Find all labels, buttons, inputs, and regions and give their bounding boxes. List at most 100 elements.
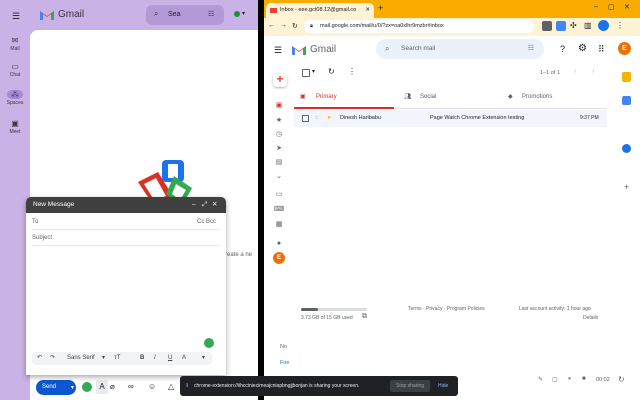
reload-icon[interactable]: ↻ [292,22,298,30]
profile-icon[interactable] [598,20,609,31]
search-bar[interactable]: ⌕ Search mail ☷ [376,39,544,59]
sidebar-icon[interactable]: ▥ [584,21,592,30]
row-checkbox[interactable] [302,115,309,122]
more-labels-icon[interactable]: ⌄ [264,172,294,180]
star-icon[interactable]: ☆ [314,110,319,127]
send-button[interactable]: Send [36,380,76,395]
hide-button[interactable]: Hide [438,376,448,396]
chevron-down-icon[interactable]: ▾ [312,68,315,75]
tab-close-icon[interactable]: ✕ [365,3,370,18]
tab-promotions[interactable]: ◆ Promotions [504,87,604,109]
refresh-icon[interactable]: ↻ [328,67,335,76]
tasks-icon[interactable] [622,96,631,105]
tab-primary[interactable]: ▣ Primary [294,87,394,109]
to-field[interactable]: To Cc Bcc [32,215,220,230]
rail-item-meet[interactable]: ▣ Meet [0,119,30,135]
italic-icon[interactable]: I [154,352,156,365]
rail-item-chat[interactable]: ▭ Chat [0,62,30,78]
more-icon[interactable]: ⋮ [348,67,356,76]
extension-icon[interactable] [556,21,566,31]
link-icon[interactable]: ∞ [128,382,134,391]
chevron-down-icon[interactable]: ▾ [242,10,245,17]
subject-field[interactable]: Subject [32,231,220,246]
menu-icon[interactable]: ☰ [12,11,20,22]
redo-icon[interactable]: ↷ [50,352,55,365]
search-options-icon[interactable]: ☷ [208,10,214,18]
table-row[interactable]: ☆ ➤ Dinesh Haribabu Page Watch Chrome Ex… [294,110,607,127]
drafts-icon[interactable]: ▤ [264,158,294,166]
next-page-icon[interactable]: › [592,68,594,75]
help-icon[interactable]: ? [560,44,565,54]
status-dot-icon[interactable] [234,11,240,17]
minimize-window-icon[interactable]: – [594,3,598,10]
pause-icon[interactable]: ⏸ [568,376,571,383]
cc-bcc-link[interactable]: Cc Bcc [197,215,216,230]
close-icon[interactable]: ✕ [212,197,217,213]
keep-icon[interactable] [622,72,631,82]
stop-sharing-button[interactable]: Stop sharing [390,380,431,392]
puzzle-icon[interactable]: ✣ [570,21,577,30]
search-input[interactable]: Sea [168,11,180,18]
drive-icon[interactable]: △ [168,382,174,391]
attach-icon[interactable]: ⌀ [110,382,115,391]
more-icon[interactable]: ⋮ [616,21,624,30]
gmail-logo-icon[interactable] [292,45,306,55]
meet-icon[interactable]: ▭ [264,190,294,198]
compose-header[interactable]: New Message – ⤢ ✕ [26,197,226,213]
keyboard-icon[interactable]: ⌨ [264,205,294,213]
expand-icon[interactable]: ⤢ [202,197,207,213]
add-addon-icon[interactable]: + [624,182,629,192]
draw-icon[interactable]: ✎ [538,376,543,383]
rail-item-spaces[interactable]: ⁂ Spaces [0,90,30,106]
drag-handle-icon[interactable]: ⦀ [186,376,188,396]
important-icon[interactable]: ➤ [327,110,332,127]
schedule-send-chevron-icon[interactable]: ▾ [71,384,74,391]
font-select[interactable]: Sans Serif [67,352,95,365]
chevron-down-icon[interactable]: ▾ [102,352,105,365]
format-text-icon[interactable]: A [96,380,108,394]
minimize-icon[interactable]: – [192,197,196,213]
text-color-icon[interactable]: A [182,352,186,365]
new-tab-icon[interactable]: + [378,3,383,13]
open-external-icon[interactable]: ⧉ [362,313,367,321]
chat-icon[interactable]: ▦ [264,220,294,228]
prev-page-icon[interactable]: ‹ [574,68,576,75]
search-input[interactable]: Search mail [401,45,435,52]
partial-link[interactable]: Fire [280,360,289,366]
details-link[interactable]: Details [583,315,598,321]
sent-icon[interactable]: ➤ [264,144,294,152]
chat-avatar[interactable]: E [273,252,285,264]
settings-gear-icon[interactable]: ⚙ [578,43,587,54]
rail-item-mail[interactable]: ✉ Mail [0,36,30,52]
extension-icon[interactable] [542,21,552,31]
extension-badge-icon[interactable] [204,338,214,348]
stop-icon[interactable]: ■ [582,376,586,382]
restart-icon[interactable]: ↻ [618,375,625,384]
avatar[interactable]: E [618,42,631,55]
close-window-icon[interactable]: ✕ [624,3,630,11]
starred-icon[interactable]: ★ [264,116,294,124]
snoozed-icon[interactable]: ◷ [264,130,294,138]
contacts-icon[interactable] [622,144,631,153]
hangouts-icon[interactable]: ● [264,240,294,247]
more-formatting-icon[interactable]: ▾ [202,352,205,365]
undo-icon[interactable]: ↶ [37,352,42,365]
underline-icon[interactable]: U [168,352,172,365]
menu-icon[interactable]: ☰ [274,45,282,56]
bold-icon[interactable]: B [140,352,144,365]
compose-plus-icon[interactable]: + [273,73,287,87]
extension-icon[interactable] [82,382,92,392]
back-icon[interactable]: ← [268,22,275,29]
browser-tab[interactable]: Inbox - eee.gct08.12@gmail.co ✕ [266,3,374,18]
camera-icon[interactable]: ▢ [552,376,558,383]
footer-links[interactable]: Terms · Privacy · Program Policies [408,306,485,312]
tab-social[interactable]: 👥︎ Social [400,87,500,109]
forward-icon[interactable]: → [280,22,287,29]
font-size-icon[interactable]: тT [114,352,120,365]
search-options-icon[interactable]: ☷ [528,39,534,59]
emoji-icon[interactable]: ☺ [148,382,156,391]
url-field[interactable]: 🔒︎ mail.google.com/mail/u/0/?zx=oa0xlhr9… [304,20,534,33]
gmail-logo-icon[interactable] [40,10,54,20]
search-bar[interactable]: ⌕ Sea ☷ [146,5,224,25]
apps-grid-icon[interactable]: ⠿ [598,44,605,55]
